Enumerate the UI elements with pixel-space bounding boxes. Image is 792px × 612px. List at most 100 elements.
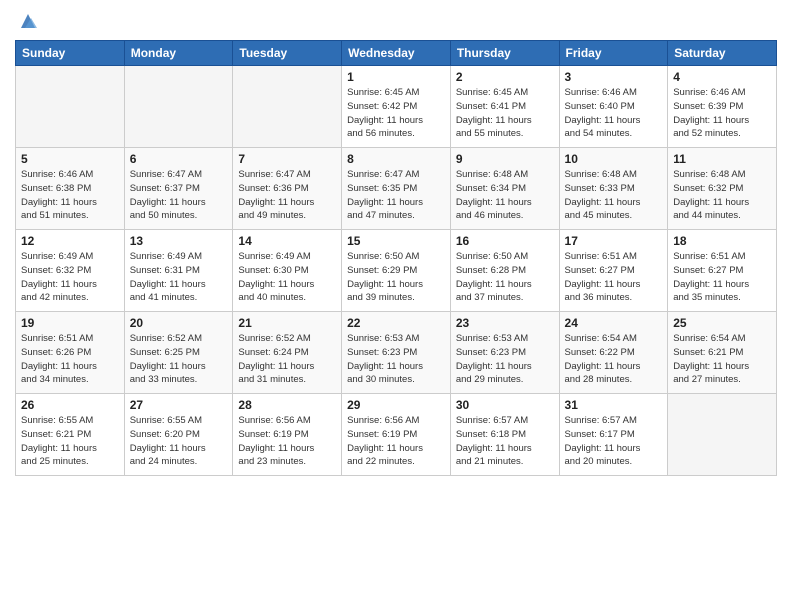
day-number: 23: [456, 316, 554, 330]
day-number: 12: [21, 234, 119, 248]
day-number: 3: [565, 70, 663, 84]
day-number: 30: [456, 398, 554, 412]
calendar-header-thursday: Thursday: [450, 41, 559, 66]
calendar-cell: 11 Sunrise: 6:48 AM Sunset: 6:32 PM Dayli…: [668, 148, 777, 230]
day-number: 22: [347, 316, 445, 330]
page: SundayMondayTuesdayWednesdayThursdayFrid…: [0, 0, 792, 612]
day-info: Sunrise: 6:49 AM Sunset: 6:32 PM Dayligh…: [21, 250, 119, 305]
day-info: Sunrise: 6:50 AM Sunset: 6:29 PM Dayligh…: [347, 250, 445, 305]
day-number: 11: [673, 152, 771, 166]
calendar-cell: 31 Sunrise: 6:57 AM Sunset: 6:17 PM Dayli…: [559, 394, 668, 476]
day-info: Sunrise: 6:46 AM Sunset: 6:40 PM Dayligh…: [565, 86, 663, 141]
day-number: 21: [238, 316, 336, 330]
day-number: 1: [347, 70, 445, 84]
day-number: 26: [21, 398, 119, 412]
calendar-header-saturday: Saturday: [668, 41, 777, 66]
calendar-cell: 7Sunrise: 6:47 AM Sunset: 6:36 PM Daylig…: [233, 148, 342, 230]
day-info: Sunrise: 6:47 AM Sunset: 6:37 PM Dayligh…: [130, 168, 228, 223]
calendar-cell: 19 Sunrise: 6:51 AM Sunset: 6:26 PM Dayli…: [16, 312, 125, 394]
day-number: 19: [21, 316, 119, 330]
day-number: 6: [130, 152, 228, 166]
day-info: Sunrise: 6:51 AM Sunset: 6:26 PM Dayligh…: [21, 332, 119, 387]
calendar-week-row: 12 Sunrise: 6:49 AM Sunset: 6:32 PM Dayli…: [16, 230, 777, 312]
day-info: Sunrise: 6:48 AM Sunset: 6:33 PM Dayligh…: [565, 168, 663, 223]
day-number: 14: [238, 234, 336, 248]
day-info: Sunrise: 6:46 AM Sunset: 6:38 PM Dayligh…: [21, 168, 119, 223]
calendar-cell: 17 Sunrise: 6:51 AM Sunset: 6:27 PM Dayli…: [559, 230, 668, 312]
calendar-cell: 22 Sunrise: 6:53 AM Sunset: 6:23 PM Dayli…: [342, 312, 451, 394]
calendar-cell: 3 Sunrise: 6:46 AM Sunset: 6:40 PM Daylig…: [559, 66, 668, 148]
calendar-cell: [668, 394, 777, 476]
calendar-table: SundayMondayTuesdayWednesdayThursdayFrid…: [15, 40, 777, 476]
day-number: 20: [130, 316, 228, 330]
calendar-cell: 27Sunrise: 6:55 AM Sunset: 6:20 PM Dayli…: [124, 394, 233, 476]
calendar-week-row: 19 Sunrise: 6:51 AM Sunset: 6:26 PM Dayli…: [16, 312, 777, 394]
calendar-cell: 2Sunrise: 6:45 AM Sunset: 6:41 PM Daylig…: [450, 66, 559, 148]
calendar-cell: 20 Sunrise: 6:52 AM Sunset: 6:25 PM Dayli…: [124, 312, 233, 394]
day-info: Sunrise: 6:55 AM Sunset: 6:21 PM Dayligh…: [21, 414, 119, 469]
calendar-cell: [124, 66, 233, 148]
day-info: Sunrise: 6:53 AM Sunset: 6:23 PM Dayligh…: [456, 332, 554, 387]
day-info: Sunrise: 6:48 AM Sunset: 6:32 PM Dayligh…: [673, 168, 771, 223]
day-number: 18: [673, 234, 771, 248]
day-info: Sunrise: 6:55 AM Sunset: 6:20 PM Dayligh…: [130, 414, 228, 469]
day-info: Sunrise: 6:49 AM Sunset: 6:30 PM Dayligh…: [238, 250, 336, 305]
calendar-cell: 14 Sunrise: 6:49 AM Sunset: 6:30 PM Dayli…: [233, 230, 342, 312]
calendar-cell: 1 Sunrise: 6:45 AM Sunset: 6:42 PM Daylig…: [342, 66, 451, 148]
calendar-week-row: 5 Sunrise: 6:46 AM Sunset: 6:38 PM Daylig…: [16, 148, 777, 230]
calendar-header-wednesday: Wednesday: [342, 41, 451, 66]
calendar-header-row: SundayMondayTuesdayWednesdayThursdayFrid…: [16, 41, 777, 66]
calendar-cell: 18 Sunrise: 6:51 AM Sunset: 6:27 PM Dayli…: [668, 230, 777, 312]
calendar-cell: 29 Sunrise: 6:56 AM Sunset: 6:19 PM Dayli…: [342, 394, 451, 476]
calendar-header-friday: Friday: [559, 41, 668, 66]
calendar-cell: 24 Sunrise: 6:54 AM Sunset: 6:22 PM Dayli…: [559, 312, 668, 394]
day-number: 4: [673, 70, 771, 84]
calendar-cell: 13 Sunrise: 6:49 AM Sunset: 6:31 PM Dayli…: [124, 230, 233, 312]
logo: [15, 10, 39, 32]
calendar-cell: 30 Sunrise: 6:57 AM Sunset: 6:18 PM Dayli…: [450, 394, 559, 476]
day-info: Sunrise: 6:51 AM Sunset: 6:27 PM Dayligh…: [565, 250, 663, 305]
calendar-cell: 4Sunrise: 6:46 AM Sunset: 6:39 PM Daylig…: [668, 66, 777, 148]
day-info: Sunrise: 6:54 AM Sunset: 6:22 PM Dayligh…: [565, 332, 663, 387]
day-number: 10: [565, 152, 663, 166]
header: [15, 10, 777, 32]
day-info: Sunrise: 6:47 AM Sunset: 6:35 PM Dayligh…: [347, 168, 445, 223]
day-number: 17: [565, 234, 663, 248]
day-number: 8: [347, 152, 445, 166]
day-info: Sunrise: 6:56 AM Sunset: 6:19 PM Dayligh…: [238, 414, 336, 469]
day-info: Sunrise: 6:53 AM Sunset: 6:23 PM Dayligh…: [347, 332, 445, 387]
day-info: Sunrise: 6:45 AM Sunset: 6:42 PM Dayligh…: [347, 86, 445, 141]
calendar-cell: 8 Sunrise: 6:47 AM Sunset: 6:35 PM Daylig…: [342, 148, 451, 230]
day-info: Sunrise: 6:51 AM Sunset: 6:27 PM Dayligh…: [673, 250, 771, 305]
day-info: Sunrise: 6:50 AM Sunset: 6:28 PM Dayligh…: [456, 250, 554, 305]
calendar-cell: 28 Sunrise: 6:56 AM Sunset: 6:19 PM Dayli…: [233, 394, 342, 476]
calendar-cell: 12 Sunrise: 6:49 AM Sunset: 6:32 PM Dayli…: [16, 230, 125, 312]
day-info: Sunrise: 6:49 AM Sunset: 6:31 PM Dayligh…: [130, 250, 228, 305]
calendar-cell: 6 Sunrise: 6:47 AM Sunset: 6:37 PM Daylig…: [124, 148, 233, 230]
calendar-cell: 16 Sunrise: 6:50 AM Sunset: 6:28 PM Dayli…: [450, 230, 559, 312]
day-number: 28: [238, 398, 336, 412]
day-number: 29: [347, 398, 445, 412]
calendar-cell: 9Sunrise: 6:48 AM Sunset: 6:34 PM Daylig…: [450, 148, 559, 230]
day-number: 15: [347, 234, 445, 248]
calendar-header-tuesday: Tuesday: [233, 41, 342, 66]
calendar-cell: 21Sunrise: 6:52 AM Sunset: 6:24 PM Dayli…: [233, 312, 342, 394]
calendar-cell: 25Sunrise: 6:54 AM Sunset: 6:21 PM Dayli…: [668, 312, 777, 394]
day-number: 24: [565, 316, 663, 330]
calendar-cell: 5 Sunrise: 6:46 AM Sunset: 6:38 PM Daylig…: [16, 148, 125, 230]
calendar-cell: 23 Sunrise: 6:53 AM Sunset: 6:23 PM Dayli…: [450, 312, 559, 394]
day-number: 13: [130, 234, 228, 248]
calendar-cell: 26 Sunrise: 6:55 AM Sunset: 6:21 PM Dayli…: [16, 394, 125, 476]
day-number: 31: [565, 398, 663, 412]
calendar-header-sunday: Sunday: [16, 41, 125, 66]
day-info: Sunrise: 6:52 AM Sunset: 6:25 PM Dayligh…: [130, 332, 228, 387]
calendar-cell: 15 Sunrise: 6:50 AM Sunset: 6:29 PM Dayli…: [342, 230, 451, 312]
day-number: 16: [456, 234, 554, 248]
day-info: Sunrise: 6:56 AM Sunset: 6:19 PM Dayligh…: [347, 414, 445, 469]
day-info: Sunrise: 6:57 AM Sunset: 6:17 PM Dayligh…: [565, 414, 663, 469]
day-info: Sunrise: 6:47 AM Sunset: 6:36 PM Dayligh…: [238, 168, 336, 223]
day-number: 5: [21, 152, 119, 166]
logo-icon: [17, 10, 39, 32]
day-info: Sunrise: 6:54 AM Sunset: 6:21 PM Dayligh…: [673, 332, 771, 387]
day-info: Sunrise: 6:57 AM Sunset: 6:18 PM Dayligh…: [456, 414, 554, 469]
